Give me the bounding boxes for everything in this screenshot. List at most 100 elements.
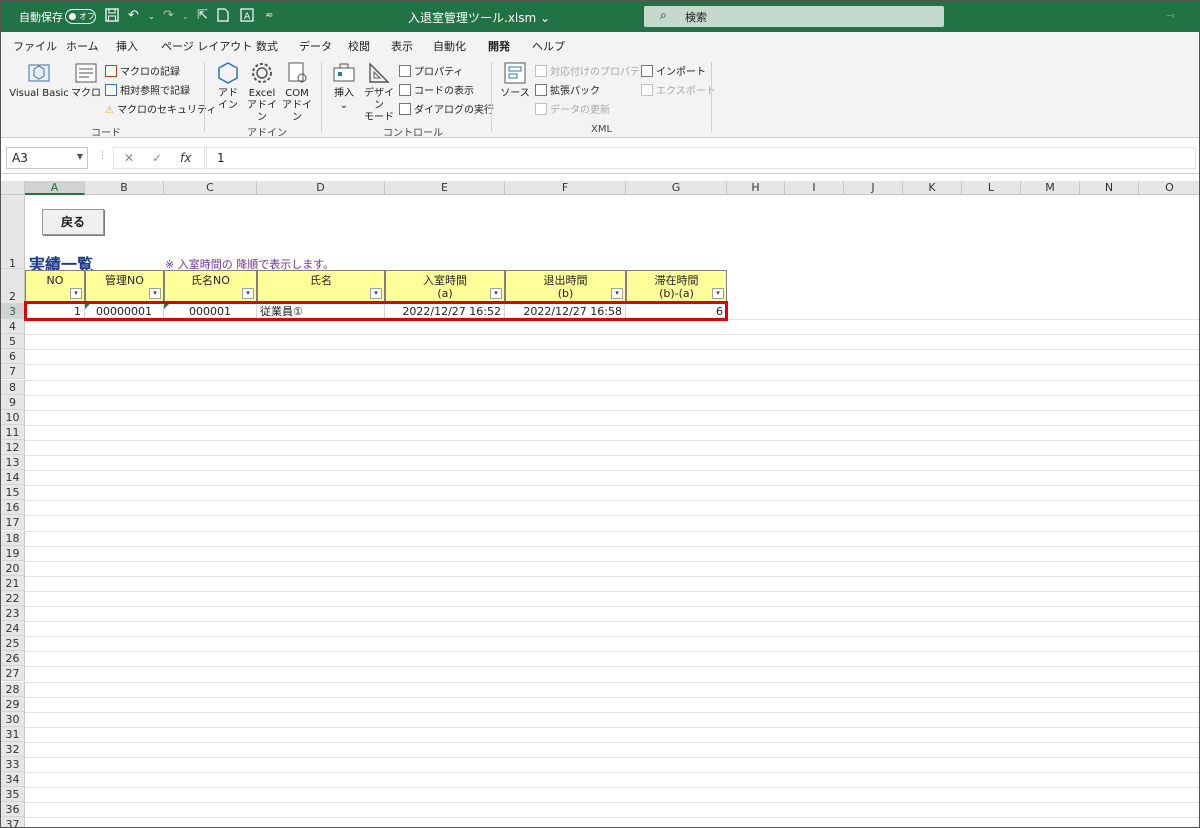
formula-input[interactable]: 1 (206, 147, 1196, 169)
map-properties-button[interactable]: 対応付けのプロパティ (535, 63, 649, 78)
row-header-21[interactable]: 21 (1, 575, 25, 591)
back-button[interactable]: 戻る (42, 209, 104, 235)
refresh-data-button[interactable]: データの更新 (535, 101, 610, 116)
row-header-9[interactable]: 9 (1, 394, 25, 410)
relative-reference-button[interactable]: 相対参照で記録 (105, 82, 190, 97)
column-header-j[interactable]: J (844, 181, 903, 195)
tab-file[interactable]: ファイル (13, 38, 57, 54)
name-box[interactable]: A3 ▼ (6, 147, 88, 169)
row-header-17[interactable]: 17 (1, 515, 25, 531)
expansion-packs-button[interactable]: 拡張パック (535, 82, 600, 97)
redo-dropdown-icon[interactable]: ⌄ (182, 12, 189, 21)
tab-home[interactable]: ホーム (66, 38, 99, 54)
row-header-33[interactable]: 33 (1, 757, 25, 773)
row-header-22[interactable]: 22 (1, 590, 25, 606)
cancel-icon[interactable]: ✕ (124, 151, 134, 165)
row-header-20[interactable]: 20 (1, 560, 25, 576)
row-header-29[interactable]: 29 (1, 696, 25, 712)
excel-addins-button[interactable]: Excel アドイン (245, 60, 279, 124)
row-header-31[interactable]: 31 (1, 726, 25, 742)
design-mode-button[interactable]: デザイン モード (361, 60, 397, 124)
column-header-g[interactable]: G (626, 181, 727, 195)
column-header-c[interactable]: C (164, 181, 257, 195)
export-button[interactable]: エクスポート (641, 82, 716, 97)
save-icon[interactable] (105, 8, 119, 26)
row-header-19[interactable]: 19 (1, 545, 25, 561)
row-header-24[interactable]: 24 (1, 621, 25, 637)
insert-control-button[interactable]: 挿入 ⌄ (329, 60, 359, 112)
view-code-button[interactable]: コードの表示 (399, 82, 474, 97)
visual-basic-button[interactable]: Visual Basic (9, 60, 69, 100)
row-header-18[interactable]: 18 (1, 530, 25, 546)
column-header-o[interactable]: O (1139, 181, 1199, 195)
tab-automate[interactable]: 自動化 (433, 38, 466, 54)
row-header-30[interactable]: 30 (1, 711, 25, 727)
document-icon[interactable] (217, 8, 229, 26)
tab-help[interactable]: ヘルプ (532, 38, 565, 54)
enter-check-icon[interactable]: ✓ (152, 151, 162, 165)
column-header-n[interactable]: N (1080, 181, 1139, 195)
tab-insert[interactable]: 挿入 (116, 38, 138, 54)
column-header-a[interactable]: A (25, 181, 85, 195)
autosave-toggle[interactable]: オフ (65, 9, 96, 24)
tab-formulas[interactable]: 数式 (256, 38, 278, 54)
filter-dropdown-icon[interactable]: ▾ (70, 288, 82, 299)
row-header-6[interactable]: 6 (1, 349, 25, 365)
row-header-3[interactable]: 3 (1, 304, 25, 320)
row-header-25[interactable]: 25 (1, 636, 25, 652)
row-header-2[interactable]: 2 (1, 269, 25, 304)
row-header-35[interactable]: 35 (1, 787, 25, 803)
row-header-13[interactable]: 13 (1, 455, 25, 471)
macro-security-button[interactable]: ⚠ マクロのセキュリティ (105, 101, 216, 116)
tab-review[interactable]: 校閲 (348, 38, 370, 54)
row-header-32[interactable]: 32 (1, 741, 25, 757)
column-header-f[interactable]: F (505, 181, 626, 195)
row-header-36[interactable]: 36 (1, 802, 25, 818)
filter-dropdown-icon[interactable]: ▾ (490, 288, 502, 299)
undo-dropdown-icon[interactable]: ⌄ (148, 12, 155, 21)
column-header-i[interactable]: I (785, 181, 844, 195)
filter-dropdown-icon[interactable]: ▾ (611, 288, 623, 299)
filter-dropdown-icon[interactable]: ▾ (149, 288, 161, 299)
row-header-5[interactable]: 5 (1, 334, 25, 350)
properties-button[interactable]: プロパティ (399, 63, 463, 78)
row-header-11[interactable]: 11 (1, 424, 25, 440)
row-header-10[interactable]: 10 (1, 409, 25, 425)
filter-dropdown-icon[interactable]: ▾ (712, 288, 724, 299)
column-header-l[interactable]: L (962, 181, 1021, 195)
row-header-8[interactable]: 8 (1, 379, 25, 395)
text-box-icon[interactable]: A (240, 8, 254, 26)
column-header-k[interactable]: K (903, 181, 962, 195)
undo-icon[interactable]: ↶ (128, 8, 139, 23)
row-header-12[interactable]: 12 (1, 439, 25, 455)
filter-dropdown-icon[interactable]: ▾ (242, 288, 254, 299)
column-header-e[interactable]: E (385, 181, 505, 195)
row-header-26[interactable]: 26 (1, 651, 25, 667)
more-icon[interactable]: ⋮ (98, 151, 107, 161)
macro-button[interactable]: マクロ (71, 60, 101, 100)
redo-icon[interactable]: ↷ (163, 8, 174, 23)
row-header-27[interactable]: 27 (1, 666, 25, 682)
insert-function-icon[interactable]: fx (180, 151, 191, 165)
row-header-23[interactable]: 23 (1, 606, 25, 622)
tab-page-layout[interactable]: ページ レイアウト (161, 38, 252, 54)
row-header-28[interactable]: 28 (1, 681, 25, 697)
row-header-7[interactable]: 7 (1, 364, 25, 380)
customize-qat-icon[interactable]: ≂ (265, 10, 273, 21)
row-header-14[interactable]: 14 (1, 470, 25, 486)
tab-data[interactable]: データ (299, 38, 332, 54)
tab-developer[interactable]: 開発 (488, 38, 510, 58)
filter-dropdown-icon[interactable]: ▾ (370, 288, 382, 299)
tab-view[interactable]: 表示 (391, 38, 413, 54)
xml-source-button[interactable]: ソース (499, 60, 531, 100)
pointer-icon[interactable]: ⇱ (197, 8, 208, 23)
com-addins-button[interactable]: COM アドイン (280, 60, 314, 124)
row-header-16[interactable]: 16 (1, 500, 25, 516)
record-macro-button[interactable]: マクロの記録 (105, 63, 180, 78)
row-header-37[interactable]: 37 (1, 817, 25, 827)
search-box[interactable]: ⌕ 検索 (644, 6, 944, 27)
file-name[interactable]: 入退室管理ツール.xlsm ⌄ (408, 9, 550, 26)
row-header-1[interactable]: 1 (1, 195, 25, 270)
import-button[interactable]: インポート (641, 63, 706, 78)
run-dialog-button[interactable]: ダイアログの実行 (399, 101, 494, 116)
